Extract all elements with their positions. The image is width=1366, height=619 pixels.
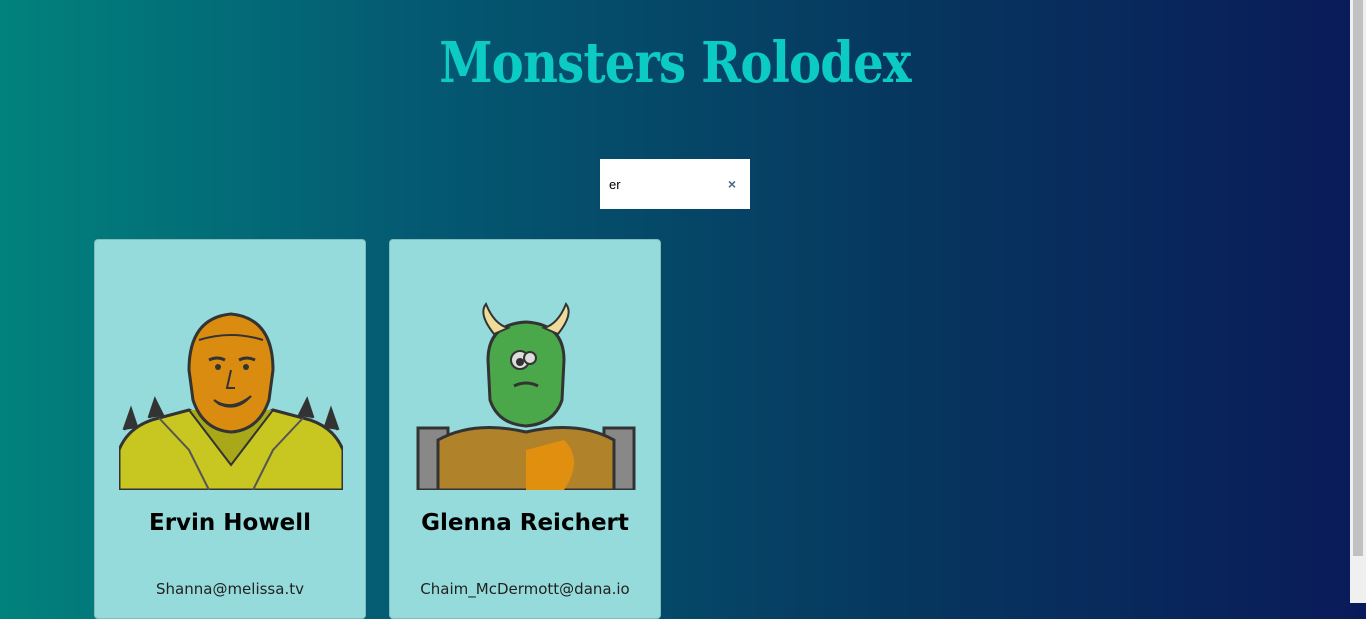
monster-portrait-icon xyxy=(119,312,343,490)
page-title: Monsters Rolodex xyxy=(439,30,911,96)
scrollbar-thumb[interactable] xyxy=(1353,0,1363,556)
monster-email: Shanna@melissa.tv xyxy=(156,580,304,598)
search-box: × xyxy=(600,159,750,209)
monster-card[interactable]: Ervin Howell Shanna@melissa.tv xyxy=(94,239,366,619)
monster-name: Glenna Reichert xyxy=(421,510,629,536)
vertical-scrollbar[interactable] xyxy=(1350,0,1366,603)
monster-name: Ervin Howell xyxy=(149,510,311,536)
search-input[interactable] xyxy=(609,173,719,195)
monster-email: Chaim_McDermott@dana.io xyxy=(420,580,630,598)
horned-monster-portrait-icon xyxy=(416,302,636,490)
monster-card[interactable]: Glenna Reichert Chaim_McDermott@dana.io xyxy=(389,239,661,619)
close-icon[interactable]: × xyxy=(726,175,738,193)
